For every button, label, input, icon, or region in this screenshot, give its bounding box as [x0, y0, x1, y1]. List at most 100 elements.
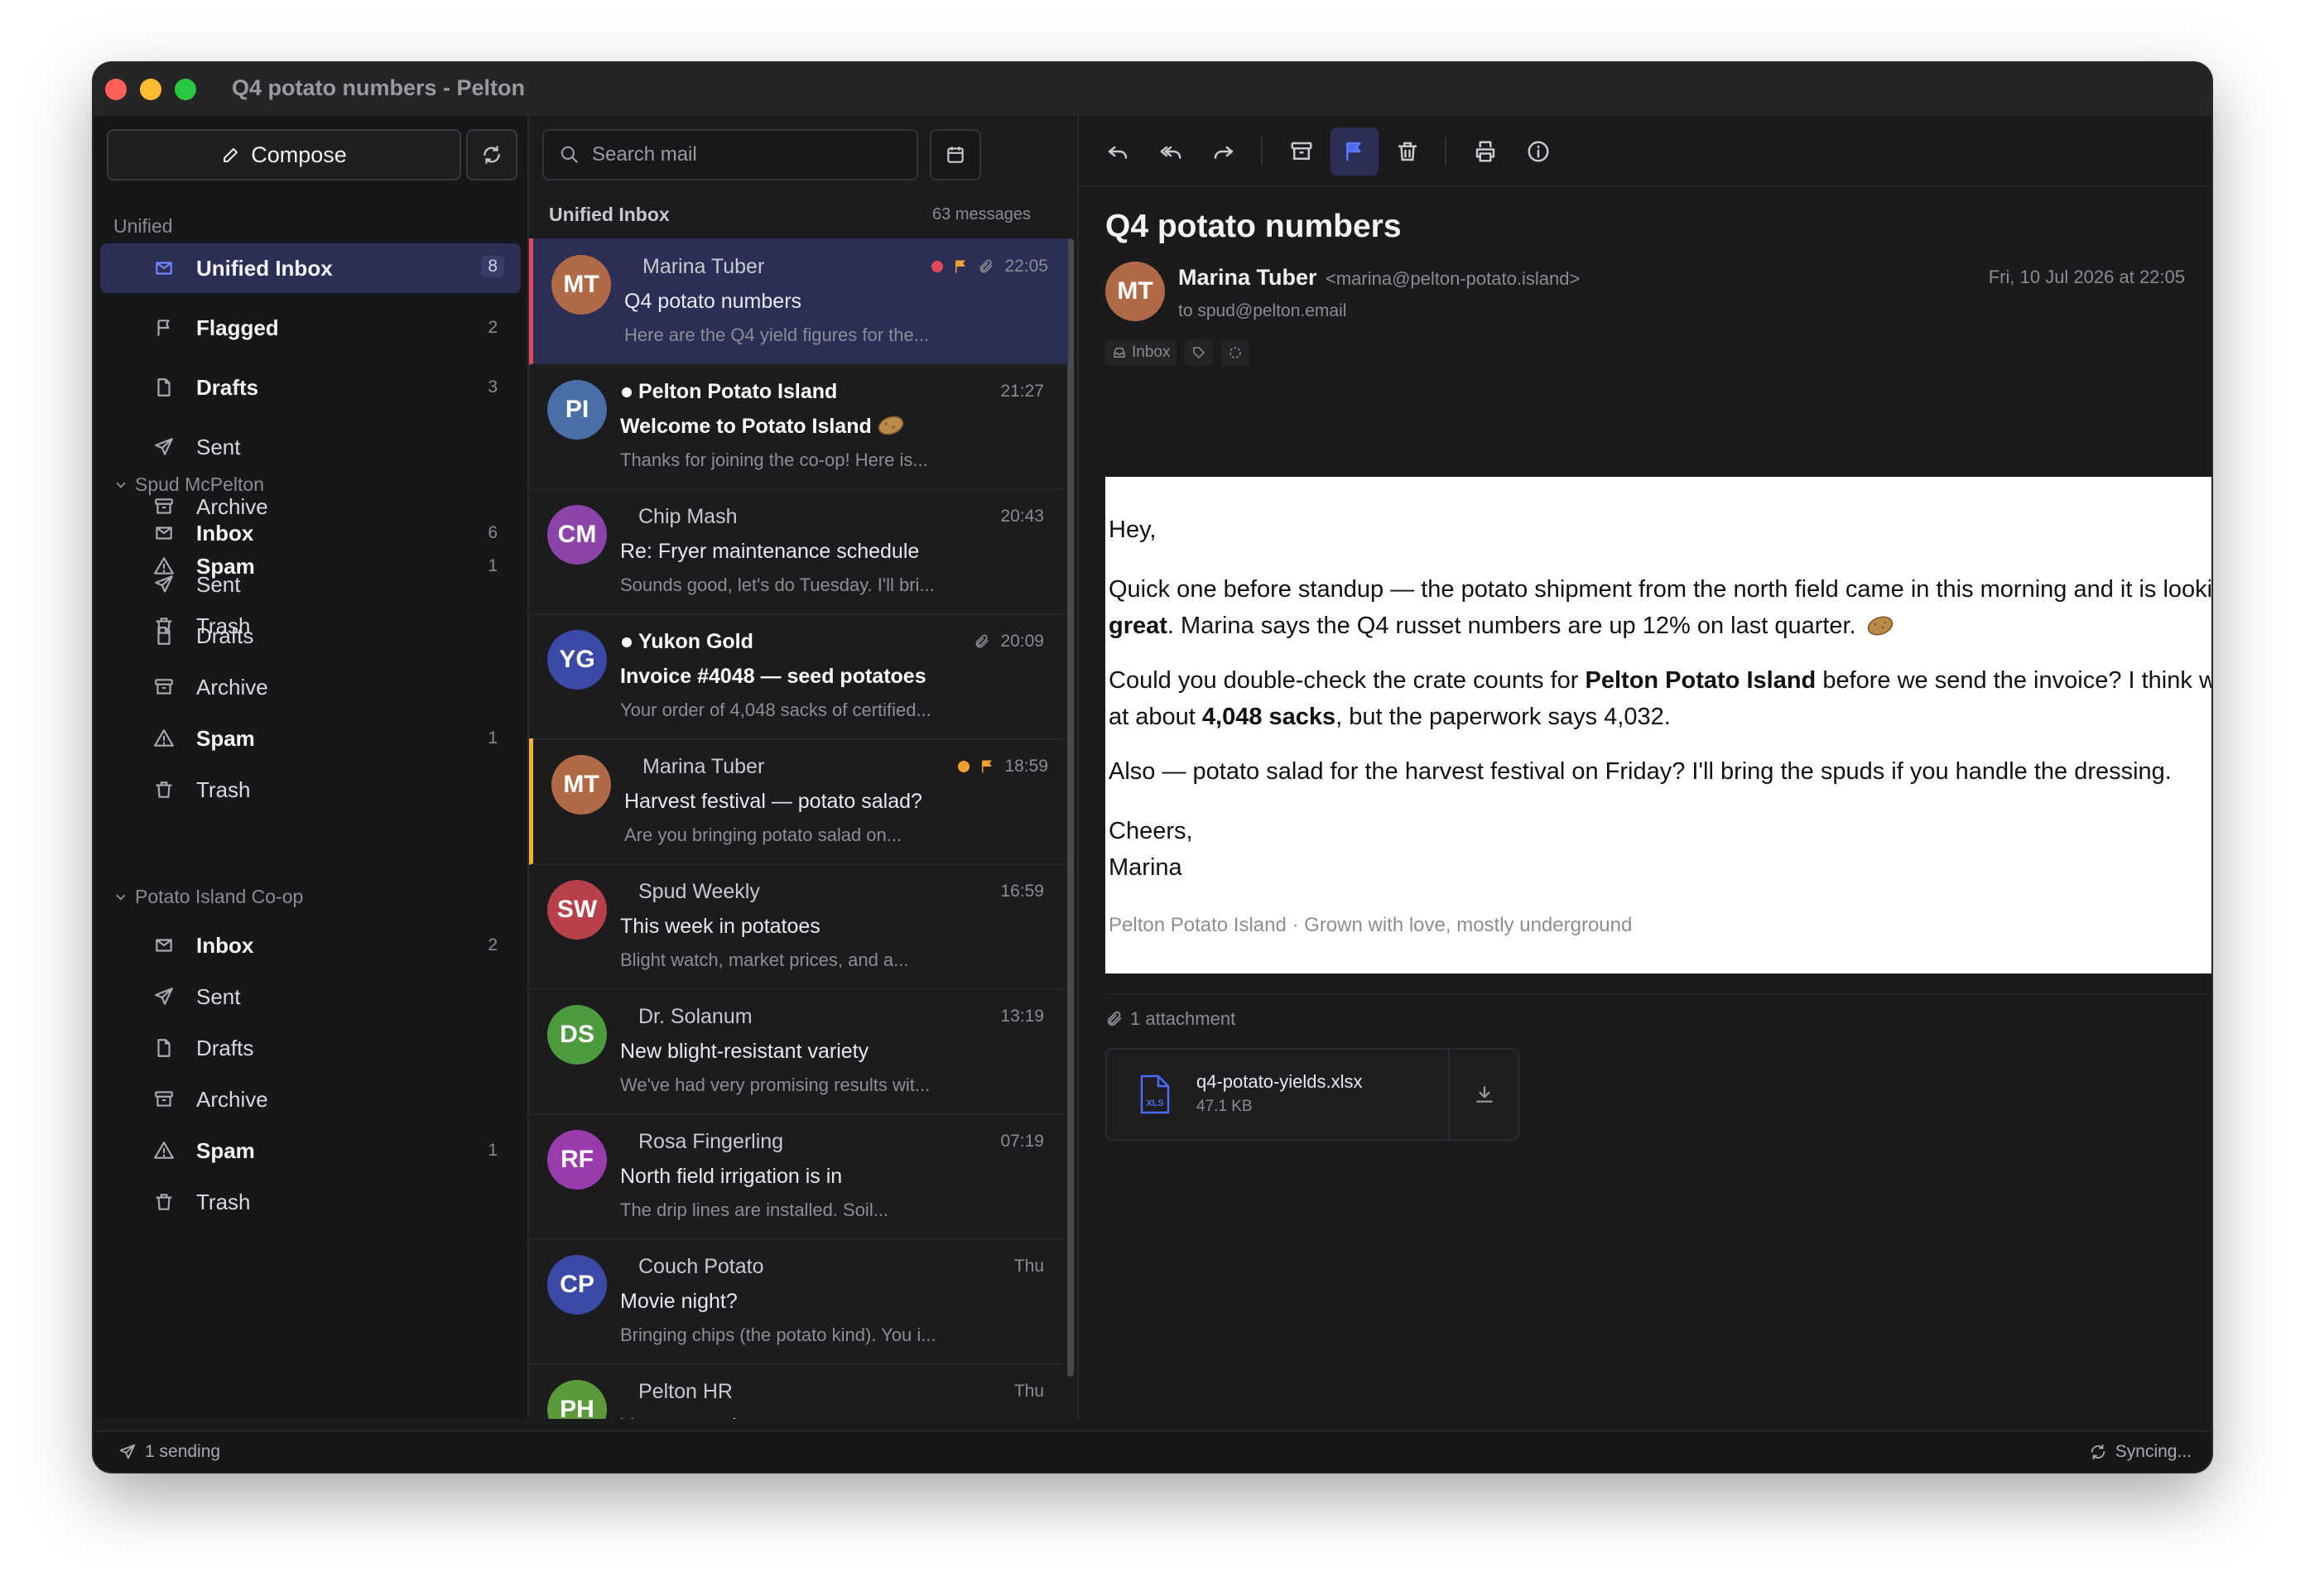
archive-button[interactable] [1278, 127, 1326, 175]
message-row[interactable]: SW Spud Weekly 16:59 This week in potatoes B… [529, 863, 1064, 990]
message-row[interactable]: CM Chip Mash 20:43 Re: Fryer maintenance sc… [529, 488, 1064, 615]
message-subject: Welcome to Potato Island [620, 415, 905, 439]
sidebar-item-potato-island-co-op-drafts[interactable]: Drafts [100, 1023, 521, 1073]
account-header-spud-mcpelton[interactable]: Spud McPelton [113, 474, 264, 496]
message-row[interactable]: YG Yukon Gold 20:09 Invoice #4048 — seed po… [529, 613, 1064, 740]
inbox-tag[interactable]: Inbox [1105, 339, 1177, 366]
message-row[interactable]: PH Pelton HR Thu Your potato-leave request [529, 1363, 1064, 1419]
sidebar-item-spud-mcpelton-spam[interactable]: Spam 1 [100, 714, 521, 763]
message-row[interactable]: DS Dr. Solanum 13:19 New blight-resistant v… [529, 988, 1064, 1115]
account-header-potato-island-co-op[interactable]: Potato Island Co-op [113, 886, 303, 908]
sidebar-item-unified-sent[interactable]: Sent [100, 422, 521, 472]
message-row[interactable]: CP Couch Potato Thu Movie night? Bringing ch… [529, 1238, 1064, 1365]
label-tag-button[interactable] [1185, 339, 1214, 366]
sender-line: Marina Tuber <marina@pelton-potato.islan… [1178, 265, 1580, 291]
sidebar-item-unified-unified-inbox[interactable]: Unified Inbox 8 [100, 243, 521, 293]
unread-count-badge: 1 [488, 728, 498, 748]
attachment-filename: q4-potato-yields.xlsx [1196, 1071, 1363, 1092]
forward-button[interactable] [1200, 127, 1248, 175]
avatar: PH [547, 1380, 607, 1419]
message-row[interactable]: PI Pelton Potato Island 21:27 Welcome to Po… [529, 363, 1064, 490]
print-button[interactable] [1461, 127, 1509, 175]
sidebar-item-spud-mcpelton-trash[interactable]: Trash [100, 765, 521, 815]
unread-count-badge: 2 [488, 318, 498, 337]
paperclip-icon [1107, 1011, 1122, 1026]
file-icon [153, 625, 175, 647]
archive-icon [1291, 142, 1312, 160]
outbox-status[interactable]: 1 sending [118, 1442, 220, 1462]
email-date: Fri, 10 Jul 2026 at 22:05 [1988, 267, 2185, 287]
message-meta: 07:19 [1000, 1132, 1044, 1151]
attachment-card[interactable]: XLS q4-potato-yields.xlsx 47.1 KB [1105, 1048, 1519, 1141]
compose-button[interactable]: Compose [107, 129, 461, 180]
body-paragraph-2: Could you double-check the crate counts … [1109, 667, 2211, 730]
refresh-button[interactable] [466, 129, 517, 180]
sidebar-item-spud-mcpelton-archive[interactable]: Archive [100, 662, 521, 712]
search-input[interactable] [590, 139, 908, 171]
sidebar-item-spud-mcpelton-sent[interactable]: Sent [100, 560, 521, 609]
flag-button[interactable] [1331, 127, 1379, 175]
sidebar-item-potato-island-co-op-archive[interactable]: Archive [100, 1074, 521, 1124]
calendar-button[interactable] [930, 129, 981, 180]
info-button[interactable] [1514, 127, 1562, 175]
unread-count-badge: 3 [488, 377, 498, 397]
pencil-icon [224, 148, 238, 162]
message-row[interactable]: RF Rosa Fingerling 07:19 North field irriga… [529, 1113, 1064, 1240]
message-meta: 18:59 [958, 757, 1048, 776]
unread-count-badge: 6 [488, 523, 498, 542]
sidebar-item-label: Drafts [196, 375, 259, 400]
sidebar-item-unified-drafts[interactable]: Drafts 3 [100, 363, 521, 412]
download-button[interactable] [1448, 1050, 1519, 1139]
attachment-size: 47.1 KB [1196, 1098, 1253, 1115]
message-time: Thu [1013, 1382, 1044, 1401]
sender-email[interactable]: <marina@pelton-potato.island> [1326, 268, 1580, 289]
message-time: 22:05 [1004, 257, 1048, 276]
toolbar-divider [1261, 137, 1263, 166]
sender-name[interactable]: Marina Tuber [1178, 265, 1317, 290]
close-window-button[interactable] [105, 79, 127, 100]
send-icon [153, 574, 175, 595]
message-sender: Pelton Potato Island [622, 380, 837, 404]
message-preview: Are you bringing potato salad on... [624, 824, 902, 845]
sidebar-item-potato-island-co-op-sent[interactable]: Sent [100, 972, 521, 1022]
sync-status: Syncing... [2089, 1442, 2192, 1462]
avatar: CM [547, 505, 607, 565]
inbox-icon [153, 257, 175, 279]
message-time: 21:27 [1000, 382, 1044, 401]
zoom-window-button[interactable] [175, 79, 196, 100]
title-bar: Q4 potato numbers - Pelton [94, 63, 2211, 118]
compose-label: Compose [251, 142, 347, 167]
sidebar-item-label: Archive [196, 1087, 268, 1112]
sidebar-item-label: Unified Inbox [196, 256, 333, 281]
sidebar-item-spud-mcpelton-inbox[interactable]: Inbox 6 [100, 508, 521, 558]
window-title: Q4 potato numbers - Pelton [232, 75, 526, 100]
message-subject: Invoice #4048 — seed potatoes [620, 665, 926, 688]
inbox-icon [153, 522, 175, 544]
sidebar-item-label: Inbox [196, 521, 254, 546]
flag-icon [982, 760, 993, 773]
sidebar-item-spud-mcpelton-drafts[interactable]: Drafts [100, 611, 521, 661]
sidebar-item-unified-flagged[interactable]: Flagged 2 [100, 303, 521, 353]
body-closing: Cheers, [1109, 818, 1193, 844]
chevron-down-icon [116, 482, 126, 488]
sidebar-item-potato-island-co-op-spam[interactable]: Spam 1 [100, 1126, 521, 1175]
reply-button[interactable] [1094, 127, 1142, 175]
sidebar-item-potato-island-co-op-trash[interactable]: Trash [100, 1177, 521, 1227]
list-scrollbar[interactable] [1067, 238, 1074, 1377]
avatar: SW [547, 880, 607, 940]
message-row[interactable]: MT Marina Tuber 18:59 Harvest festival — po… [529, 738, 1068, 865]
snooze-button[interactable] [1221, 339, 1250, 366]
message-row[interactable]: MT Marina Tuber 22:05 Q4 potato numbers Here… [529, 238, 1068, 365]
delete-button[interactable] [1383, 127, 1432, 175]
message-time: 13:19 [1000, 1007, 1044, 1026]
search-box[interactable] [542, 129, 918, 180]
minimize-window-button[interactable] [140, 79, 161, 100]
sidebar-item-potato-island-co-op-inbox[interactable]: Inbox 2 [100, 921, 521, 970]
message-subject: Harvest festival — potato salad? [624, 790, 922, 813]
reply-icon [1108, 146, 1128, 159]
outbox-status-label: 1 sending [145, 1442, 221, 1461]
reply-all-button[interactable] [1147, 127, 1195, 175]
archive-icon [153, 1089, 175, 1110]
email-body: Hey, Quick one before standup — the pota… [1105, 477, 2211, 973]
sender-avatar: MT [1105, 262, 1165, 321]
